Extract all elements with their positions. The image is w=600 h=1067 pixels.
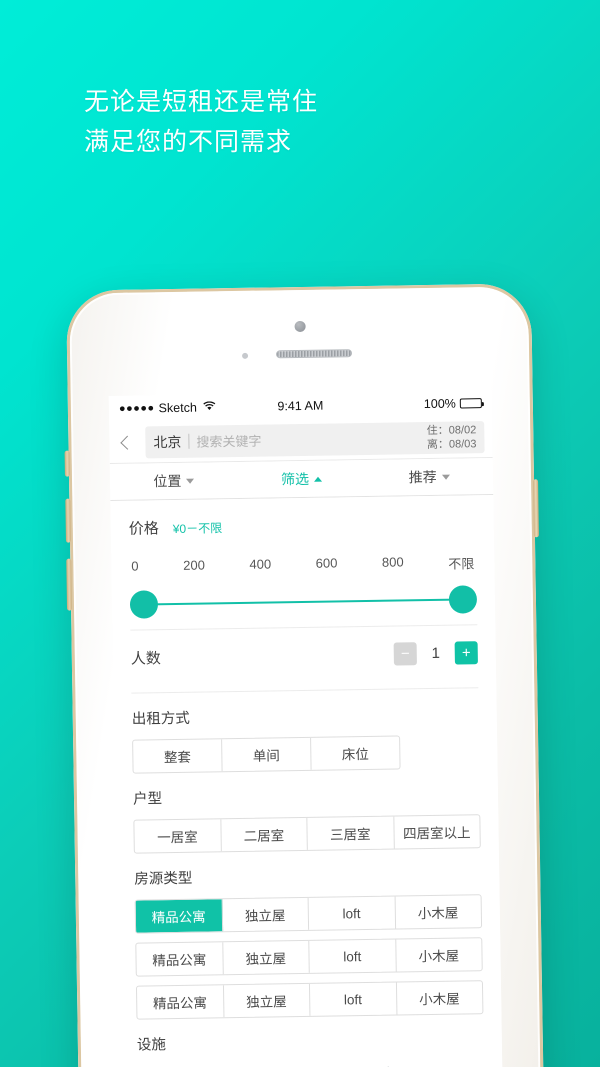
rent-type-option[interactable]: 整套	[133, 739, 223, 773]
promo-screenshot: 无论是短租还是常住 满足您的不同需求 ●●●●● Sketch 9:41 AM …	[0, 0, 600, 1067]
headline-line-2: 满足您的不同需求	[84, 128, 293, 156]
people-count-row: 人数 − 1 +	[130, 625, 478, 684]
chevron-up-icon	[313, 476, 323, 482]
phone-screen: ●●●●● Sketch 9:41 AM 100% 北京 搜索关键字 住：08/…	[108, 389, 503, 1067]
search-city-label[interactable]: 北京	[153, 431, 181, 451]
search-bar: 北京 搜索关键字 住：08/02 离：08/03	[109, 415, 493, 464]
price-title: 价格	[128, 520, 159, 538]
price-tick: 200	[183, 557, 205, 573]
price-tick-labels: 0 200 400 600 800 不限	[129, 553, 476, 577]
search-divider	[188, 433, 190, 449]
search-placeholder-label: 搜索关键字	[196, 433, 262, 450]
price-tick: 0	[131, 558, 139, 574]
house-type-title: 房源类型	[134, 870, 193, 888]
checkin-label: 住：08/02	[426, 423, 477, 437]
house-type-option[interactable]: 小木屋	[395, 895, 481, 928]
price-range-slider[interactable]	[129, 582, 478, 621]
layout-type-option[interactable]: 三居室	[307, 816, 395, 850]
price-tick: 800	[381, 554, 404, 570]
price-section-header: 价格 ¥0－不限	[128, 495, 476, 538]
volume-down-button[interactable]	[66, 558, 73, 611]
tab-filter-label: 筛选	[280, 470, 310, 488]
tab-location-label: 位置	[153, 472, 182, 490]
phone-mockup: ●●●●● Sketch 9:41 AM 100% 北京 搜索关键字 住：08/…	[64, 283, 544, 1067]
rent-type-section: 出租方式 整套 单间 床位	[131, 688, 479, 774]
house-type-options-row: 精品公寓 独立屋 loft 小木屋	[135, 937, 483, 977]
price-tick: 400	[249, 556, 272, 572]
people-count-label: 人数	[130, 649, 161, 668]
house-type-option[interactable]: 独立屋	[222, 940, 310, 975]
rent-type-options: 整套 单间 床位	[132, 735, 401, 774]
chevron-down-icon	[186, 478, 195, 484]
clock-label: 9:41 AM	[277, 398, 324, 414]
price-range-value: ¥0－不限	[172, 521, 223, 537]
page-title: 无论是短租还是常住 满足您的不同需求	[84, 82, 318, 162]
volume-up-button[interactable]	[65, 498, 71, 543]
tab-recommend[interactable]: 推荐	[365, 458, 493, 496]
search-input[interactable]: 北京 搜索关键字 住：08/02 离：08/03	[145, 420, 485, 458]
slider-track	[143, 598, 463, 606]
rent-type-option[interactable]: 单间	[222, 737, 312, 772]
slider-handle-max[interactable]	[448, 585, 478, 614]
back-button[interactable]	[113, 427, 141, 457]
house-type-option[interactable]: 小木屋	[396, 938, 482, 971]
tab-filter[interactable]: 筛选	[237, 460, 365, 498]
house-type-options-row: 精品公寓 独立屋 loft 小木屋	[135, 980, 484, 1020]
mute-switch-button[interactable]	[64, 450, 70, 477]
house-type-option[interactable]: 独立屋	[222, 897, 310, 932]
layout-type-option[interactable]: 四居室以上	[394, 815, 480, 848]
house-type-option[interactable]: 小木屋	[396, 981, 482, 1014]
checkout-label: 离：08/03	[426, 437, 477, 451]
filter-panel: 价格 ¥0－不限 0 200 400 600 800 不限 人数 − 1 + 出…	[110, 494, 503, 1067]
back-chevron-icon	[120, 435, 135, 450]
price-tick: 600	[315, 555, 338, 571]
people-count-value: 1	[431, 644, 441, 662]
house-type-option[interactable]: 精品公寓	[136, 942, 224, 976]
rent-type-option[interactable]: 床位	[311, 736, 399, 769]
house-type-option[interactable]: 独立屋	[223, 983, 311, 1018]
chevron-down-icon	[441, 474, 450, 480]
tab-location[interactable]: 位置	[110, 462, 238, 500]
house-type-option[interactable]: loft	[308, 896, 396, 930]
date-range-button[interactable]: 住：08/02 离：08/03	[427, 423, 477, 452]
price-tick: 不限	[448, 556, 475, 572]
facilities-title: 设施	[136, 1037, 167, 1054]
house-type-option[interactable]: loft	[309, 982, 397, 1016]
layout-type-option[interactable]: 一居室	[134, 819, 222, 853]
earpiece-speaker	[275, 349, 352, 359]
filter-tab-bar: 位置 筛选 推荐	[109, 457, 494, 501]
battery-icon	[459, 398, 482, 409]
power-button[interactable]	[533, 479, 539, 538]
rent-type-title: 出租方式	[131, 710, 190, 728]
increment-button[interactable]: +	[454, 640, 478, 665]
house-type-options-row: 精品公寓 独立屋 loft 小木屋	[134, 894, 483, 934]
house-type-option[interactable]: loft	[309, 939, 397, 973]
layout-type-options: 一居室 二居室 三居室 四居室以上	[133, 814, 481, 854]
layout-type-section: 户型 一居室 二居室 三居室 四居室以上	[132, 768, 481, 854]
front-camera-icon	[294, 320, 306, 333]
wifi-icon[interactable]	[452, 1061, 478, 1067]
house-type-option[interactable]: 精品公寓	[136, 985, 224, 1019]
quantity-stepper: − 1 +	[393, 640, 478, 666]
house-type-option[interactable]: 精品公寓	[135, 899, 223, 933]
tab-recommend-label: 推荐	[408, 468, 437, 486]
slider-handle-min[interactable]	[129, 590, 159, 619]
house-type-section: 房源类型 精品公寓 独立屋 loft 小木屋 精品公寓 独立屋 loft 小木屋	[134, 848, 484, 1020]
layout-type-option[interactable]: 二居室	[220, 817, 308, 852]
shower-icon[interactable]	[375, 1062, 401, 1067]
headline-line-1: 无论是短租还是常住	[84, 88, 319, 116]
layout-type-title: 户型	[132, 791, 163, 808]
decrement-button[interactable]: −	[393, 641, 417, 666]
proximity-sensor-icon	[241, 352, 248, 359]
